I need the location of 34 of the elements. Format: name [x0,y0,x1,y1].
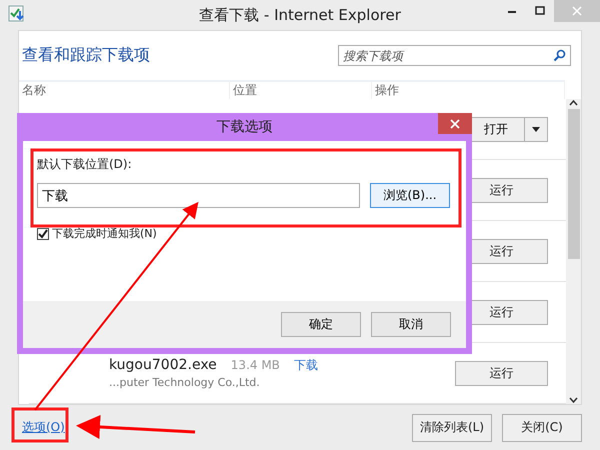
highlight-frame [12,408,68,442]
run-button[interactable]: 运行 [455,360,548,386]
location-link[interactable]: 下载 [294,357,318,374]
search-field[interactable]: 搜索下载项 [338,45,571,66]
clear-list-button[interactable]: 清除列表(L) [412,414,492,442]
caret-icon [532,126,540,132]
checkbox[interactable] [37,228,49,240]
location-field[interactable]: 下载 [37,183,360,208]
file-size: 13.4 MB [230,358,280,372]
ok-button[interactable]: 确定 [281,312,361,337]
page-heading: 查看和跟踪下载项 [22,44,150,66]
download-icon [8,5,26,23]
file-name: kugou7002.exe [109,357,217,373]
browse-button[interactable]: 浏览(B)... [370,183,450,208]
dropdown-button[interactable] [525,116,548,142]
publisher-text: ...puter Technology Co.,Ltd. [109,376,261,389]
close-button[interactable] [438,113,472,134]
column-header: 位置 [230,82,372,99]
window-title: 查看下载 - Internet Explorer [199,6,401,24]
field-label: 默认下载位置(D): [37,156,133,173]
cancel-button[interactable]: 取消 [371,312,451,337]
search-icon[interactable] [553,48,566,62]
dialog-title: 下载选项 [216,118,272,136]
checkbox-label: 下载完成时通知我(N) [52,226,157,241]
close-dialog-button[interactable]: 关闭(C) [502,414,582,442]
column-header: 操作 [372,82,565,99]
scrollbar[interactable] [566,99,581,404]
close-icon [450,118,460,128]
scroll-up-icon[interactable] [569,99,578,107]
scroll-down-icon[interactable] [569,396,578,404]
column-header: 名称 [19,82,230,99]
close-icon [572,6,582,16]
maximize-icon [535,6,545,16]
options-link[interactable]: 选项(O) [22,419,65,436]
